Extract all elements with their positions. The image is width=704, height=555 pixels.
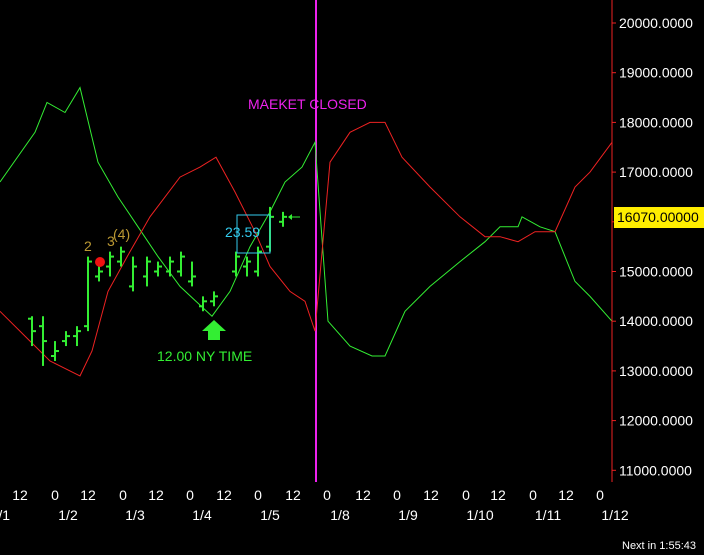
x-axis: 12 0 12 0 12 0 12 0 12 0 12 0 12 0 12 0 12 0/1 1/2 1/3 1/4 1/… xyxy=(0,487,629,523)
ohlc-bar xyxy=(106,251,114,277)
y-tick-label: 11000.0000 xyxy=(619,462,692,478)
chart: 11000.0000 12000.0000 13000.0000 14000.0000… xyxy=(0,0,704,523)
ohlc-bar xyxy=(210,291,218,307)
y-tick-label: 20000.0000 xyxy=(619,15,693,31)
x-hour-label: 12 xyxy=(490,487,506,503)
x-date-label: 1/2 xyxy=(58,507,78,523)
x-hour-label: 0 xyxy=(119,487,127,503)
annotation-label: 2 xyxy=(84,238,92,254)
x-hour-label: 0 xyxy=(393,487,401,503)
ohlc-bar xyxy=(188,261,196,287)
last-price-arrow-head xyxy=(288,214,292,220)
y-axis: 11000.0000 12000.0000 13000.0000 14000.0000… xyxy=(611,0,704,482)
x-date-label: /1 xyxy=(0,507,10,523)
ohlc-bar xyxy=(143,256,151,287)
x-date-label: 1/11 xyxy=(535,507,561,523)
x-date-label: 1/3 xyxy=(125,507,145,523)
y-tick-label: 18000.0000 xyxy=(619,114,693,130)
annotation-label: 23.59 xyxy=(225,224,260,240)
ohlc-bar xyxy=(199,296,207,312)
x-hour-label: 12 xyxy=(355,487,371,503)
y-tick-label: 19000.0000 xyxy=(619,65,693,81)
x-hour-label: 0 xyxy=(529,487,537,503)
x-hour-label: 0 xyxy=(462,487,470,503)
x-date-label: 1/8 xyxy=(330,507,350,523)
x-hour-label: 0 xyxy=(51,487,59,503)
x-hour-label: 12 xyxy=(148,487,164,503)
annotation-label: MAEKET CLOSED xyxy=(248,96,367,112)
ohlc-bar xyxy=(84,256,92,332)
ohlc-bar xyxy=(166,256,174,277)
signal-dot xyxy=(95,257,105,267)
y-tick-label: 14000.0000 xyxy=(619,313,693,329)
x-hour-label: 0 xyxy=(596,487,604,503)
x-hour-label: 12 xyxy=(285,487,301,503)
x-hour-label: 12 xyxy=(558,487,574,503)
ohlc-bar xyxy=(62,331,70,347)
x-hour-label: 0 xyxy=(323,487,331,503)
x-hour-label: 12 xyxy=(80,487,96,503)
current-price-label: 16070.00000 xyxy=(617,209,699,225)
ohlc-bar xyxy=(95,266,103,282)
x-date-label: 1/9 xyxy=(398,507,418,523)
y-tick-label: 17000.0000 xyxy=(619,164,693,180)
ohlc-bar xyxy=(254,246,262,277)
x-date-label: 1/10 xyxy=(466,507,493,523)
plot-area xyxy=(0,0,613,482)
x-hour-label: 12 xyxy=(12,487,28,503)
annotation-label: 12.00 NY TIME xyxy=(157,348,252,364)
ohlc-bar xyxy=(28,316,36,347)
y-tick-label: 12000.0000 xyxy=(619,413,693,429)
ohlc-bar xyxy=(39,316,47,366)
ohlc-bar xyxy=(129,256,137,292)
ohlc-bar xyxy=(154,261,162,277)
x-hour-label: 12 xyxy=(216,487,232,503)
up-arrow-icon xyxy=(202,320,226,340)
ohlc-bar xyxy=(177,251,185,277)
ohlc-bar xyxy=(73,326,81,347)
x-date-label: 1/12 xyxy=(601,507,628,523)
x-hour-label: 12 xyxy=(423,487,439,503)
next-update-status: Next in 1:55:43 xyxy=(622,540,696,552)
y-tick-label: 15000.0000 xyxy=(619,264,693,280)
y-tick-label: 13000.0000 xyxy=(619,363,693,379)
ohlc-bar xyxy=(51,341,59,361)
x-hour-label: 0 xyxy=(254,487,262,503)
x-hour-label: 0 xyxy=(186,487,194,503)
annotation-label: (4) xyxy=(113,226,130,242)
series-line-0 xyxy=(0,86,613,357)
x-date-label: 1/5 xyxy=(260,507,280,523)
ohlc-bar xyxy=(279,211,287,227)
x-date-label: 1/4 xyxy=(192,507,212,523)
